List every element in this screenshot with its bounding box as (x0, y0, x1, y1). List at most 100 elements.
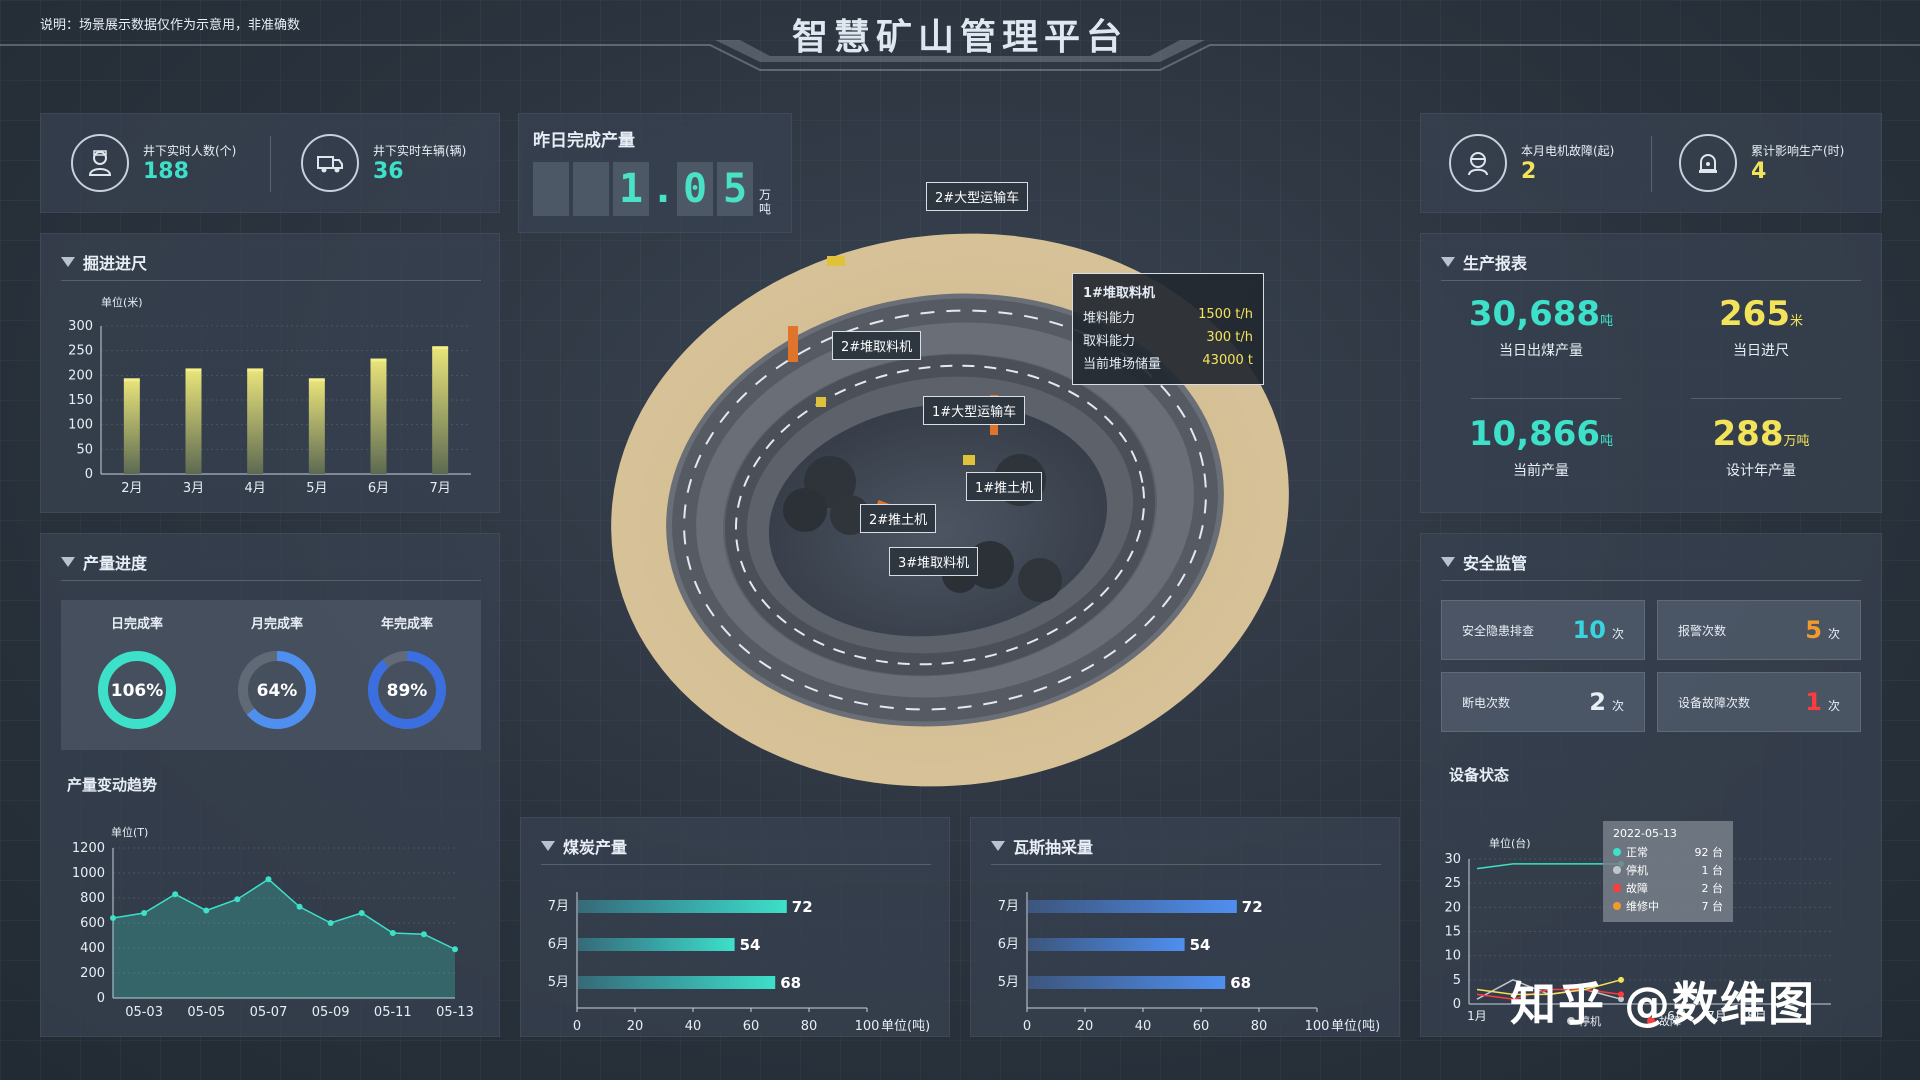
tooltip-value: 300 t/h (1206, 330, 1253, 345)
x-tick-label: 2月 (121, 481, 142, 496)
x-tick-label: 7月 (430, 481, 451, 496)
collapse-arrow-icon[interactable] (541, 841, 555, 851)
collapse-arrow-icon[interactable] (1441, 257, 1455, 267)
kpi-label: 井下实时人数(个) (143, 144, 237, 158)
report-value: 288 (1712, 414, 1784, 454)
y-tick-label: 15 (1444, 925, 1461, 940)
bar-cap (247, 368, 264, 372)
kpi-people: 井下实时人数(个) 188 (71, 134, 236, 192)
tooltip-value: 92 台 (1694, 846, 1724, 859)
y-tick-label: 1000 (72, 866, 105, 881)
y-tick-label: 7月 (548, 899, 569, 914)
x-tick-label: 3月 (183, 481, 204, 496)
safety-label: 报警次数 (1678, 623, 1727, 638)
safety-box-alarm[interactable]: 报警次数 5次 (1657, 600, 1861, 660)
tooltip-key: 正常 (1613, 844, 1648, 860)
data-label: 72 (1242, 898, 1263, 916)
bar-cap (185, 368, 202, 372)
report-panel: 生产报表 30,688吨 当日出煤产量 265米 当日进尺 10,866吨 当前… (1420, 233, 1882, 513)
bar (432, 348, 449, 474)
tooltip-key: 停机 (1613, 862, 1648, 878)
tooltip-key: 当前堆场储量 (1083, 357, 1162, 372)
tooltip-value: 43000 t (1202, 353, 1253, 368)
x-tick-label: 0 (1023, 1019, 1031, 1033)
x-tick-label: 0 (573, 1019, 581, 1033)
report-value: 30,688 (1468, 294, 1601, 334)
bar (578, 976, 776, 989)
safety-value: 2 (1589, 688, 1606, 716)
collapse-arrow-icon[interactable] (1441, 557, 1455, 567)
gas-panel: 瓦斯抽采量 7月 72 6月 54 5月 68 0 20 40 60 80 100 单位(吨) (970, 817, 1400, 1037)
kpi-value: 4 (1751, 159, 1767, 184)
panel-header: 瓦斯抽采量 (991, 834, 1093, 858)
data-label: 72 (792, 898, 813, 916)
kpi-value: 188 (143, 159, 189, 184)
x-tick-label: 05-03 (125, 1005, 163, 1020)
chart-unit: 单位(吨) (881, 1019, 930, 1033)
trend-point (420, 931, 427, 938)
kpi-value: 2 (1521, 159, 1537, 184)
trend-area-chart: 单位(T) 0 200 400 600 800 1000 1200 05-03 05-05 05-0… (72, 825, 474, 1020)
divider (61, 280, 481, 281)
ring-value: 89% (387, 681, 428, 701)
panel-header: 安全监管 (1441, 550, 1527, 574)
kpi-vehicles: 井下实时车辆(辆) 36 (301, 134, 466, 192)
bar-cap (432, 346, 449, 350)
report-label: 当日进尺 (1733, 343, 1789, 359)
collapse-arrow-icon[interactable] (61, 257, 75, 267)
trend-point (265, 876, 272, 883)
collapse-arrow-icon[interactable] (61, 557, 75, 567)
rings-box: 日完成率 106% 月完成率 64% 年完成率 89% (61, 600, 481, 750)
left-kpi-panel: 井下实时人数(个) 188 井下实时车辆(辆) 36 (40, 113, 500, 213)
safety-box-power-off[interactable]: 断电次数 2次 (1441, 672, 1645, 732)
divider (1441, 280, 1861, 281)
safety-label: 断电次数 (1462, 695, 1511, 710)
trend-title: 产量变动趋势 (67, 776, 158, 794)
mine-label-dozer-2[interactable]: 2#推土机 (860, 504, 937, 533)
mine-label-truck-1[interactable]: 1#大型运输车 (923, 396, 1026, 425)
divider (1471, 398, 1621, 399)
y-tick-label: 250 (68, 344, 93, 359)
tooltip-key: 维修中 (1613, 898, 1659, 914)
safety-value: 10 (1572, 616, 1606, 644)
x-tick-label: 05-07 (250, 1005, 288, 1020)
data-label: 68 (780, 974, 801, 992)
report-item: 30,688吨 当日出煤产量 (1441, 294, 1641, 360)
safety-box-hazard[interactable]: 安全隐患排查 10 次 (1441, 600, 1645, 660)
mine-label-stacker-3[interactable]: 3#堆取料机 (889, 547, 979, 576)
tooltip-key: 取料能力 (1083, 334, 1136, 349)
divider (991, 864, 1381, 865)
equipment-title: 设备状态 (1449, 766, 1510, 784)
safety-box-fault[interactable]: 设备故障次数 1次 (1657, 672, 1861, 732)
chart-unit: 单位(米) (101, 295, 143, 309)
panel-title: 瓦斯抽采量 (1013, 838, 1094, 857)
trend-area (113, 879, 455, 998)
x-tick-label: 6月 (368, 481, 389, 496)
report-label: 当前产量 (1513, 463, 1569, 479)
kpi-label: 累计影响生产(时) (1751, 144, 1845, 158)
bar (247, 370, 264, 474)
x-tick-label: 100 (855, 1019, 880, 1033)
x-tick-label: 1月 (1467, 1009, 1487, 1023)
chart-unit: 单位(台) (1489, 836, 1531, 850)
mine-label-dozer-1[interactable]: 1#推土机 (966, 472, 1043, 501)
x-tick-label: 80 (801, 1019, 818, 1033)
kpi-production-impact: 累计影响生产(时) 4 (1679, 134, 1844, 192)
tooltip-row: 堆料能力 1500 t/h (1083, 307, 1253, 326)
report-value: 265 (1719, 294, 1790, 334)
y-tick-label: 200 (80, 966, 105, 981)
status-dot-icon (1613, 884, 1621, 892)
mine-label-truck-2[interactable]: 2#大型运输车 (926, 182, 1029, 211)
report-value: 10,866 (1468, 414, 1601, 454)
mine-label-stacker-2[interactable]: 2#堆取料机 (832, 331, 922, 360)
x-tick-label: 20 (1077, 1019, 1094, 1033)
y-tick-label: 25 (1444, 876, 1461, 891)
panel-title: 掘进进尺 (83, 254, 148, 273)
divider (1441, 580, 1861, 581)
divider (1651, 136, 1652, 192)
collapse-arrow-icon[interactable] (991, 841, 1005, 851)
alarm-icon (1679, 134, 1737, 192)
tooltip-date: 2022-05-13 (1613, 827, 1677, 840)
chart-unit: 单位(T) (111, 825, 148, 839)
y-tick-label: 0 (97, 991, 105, 1006)
